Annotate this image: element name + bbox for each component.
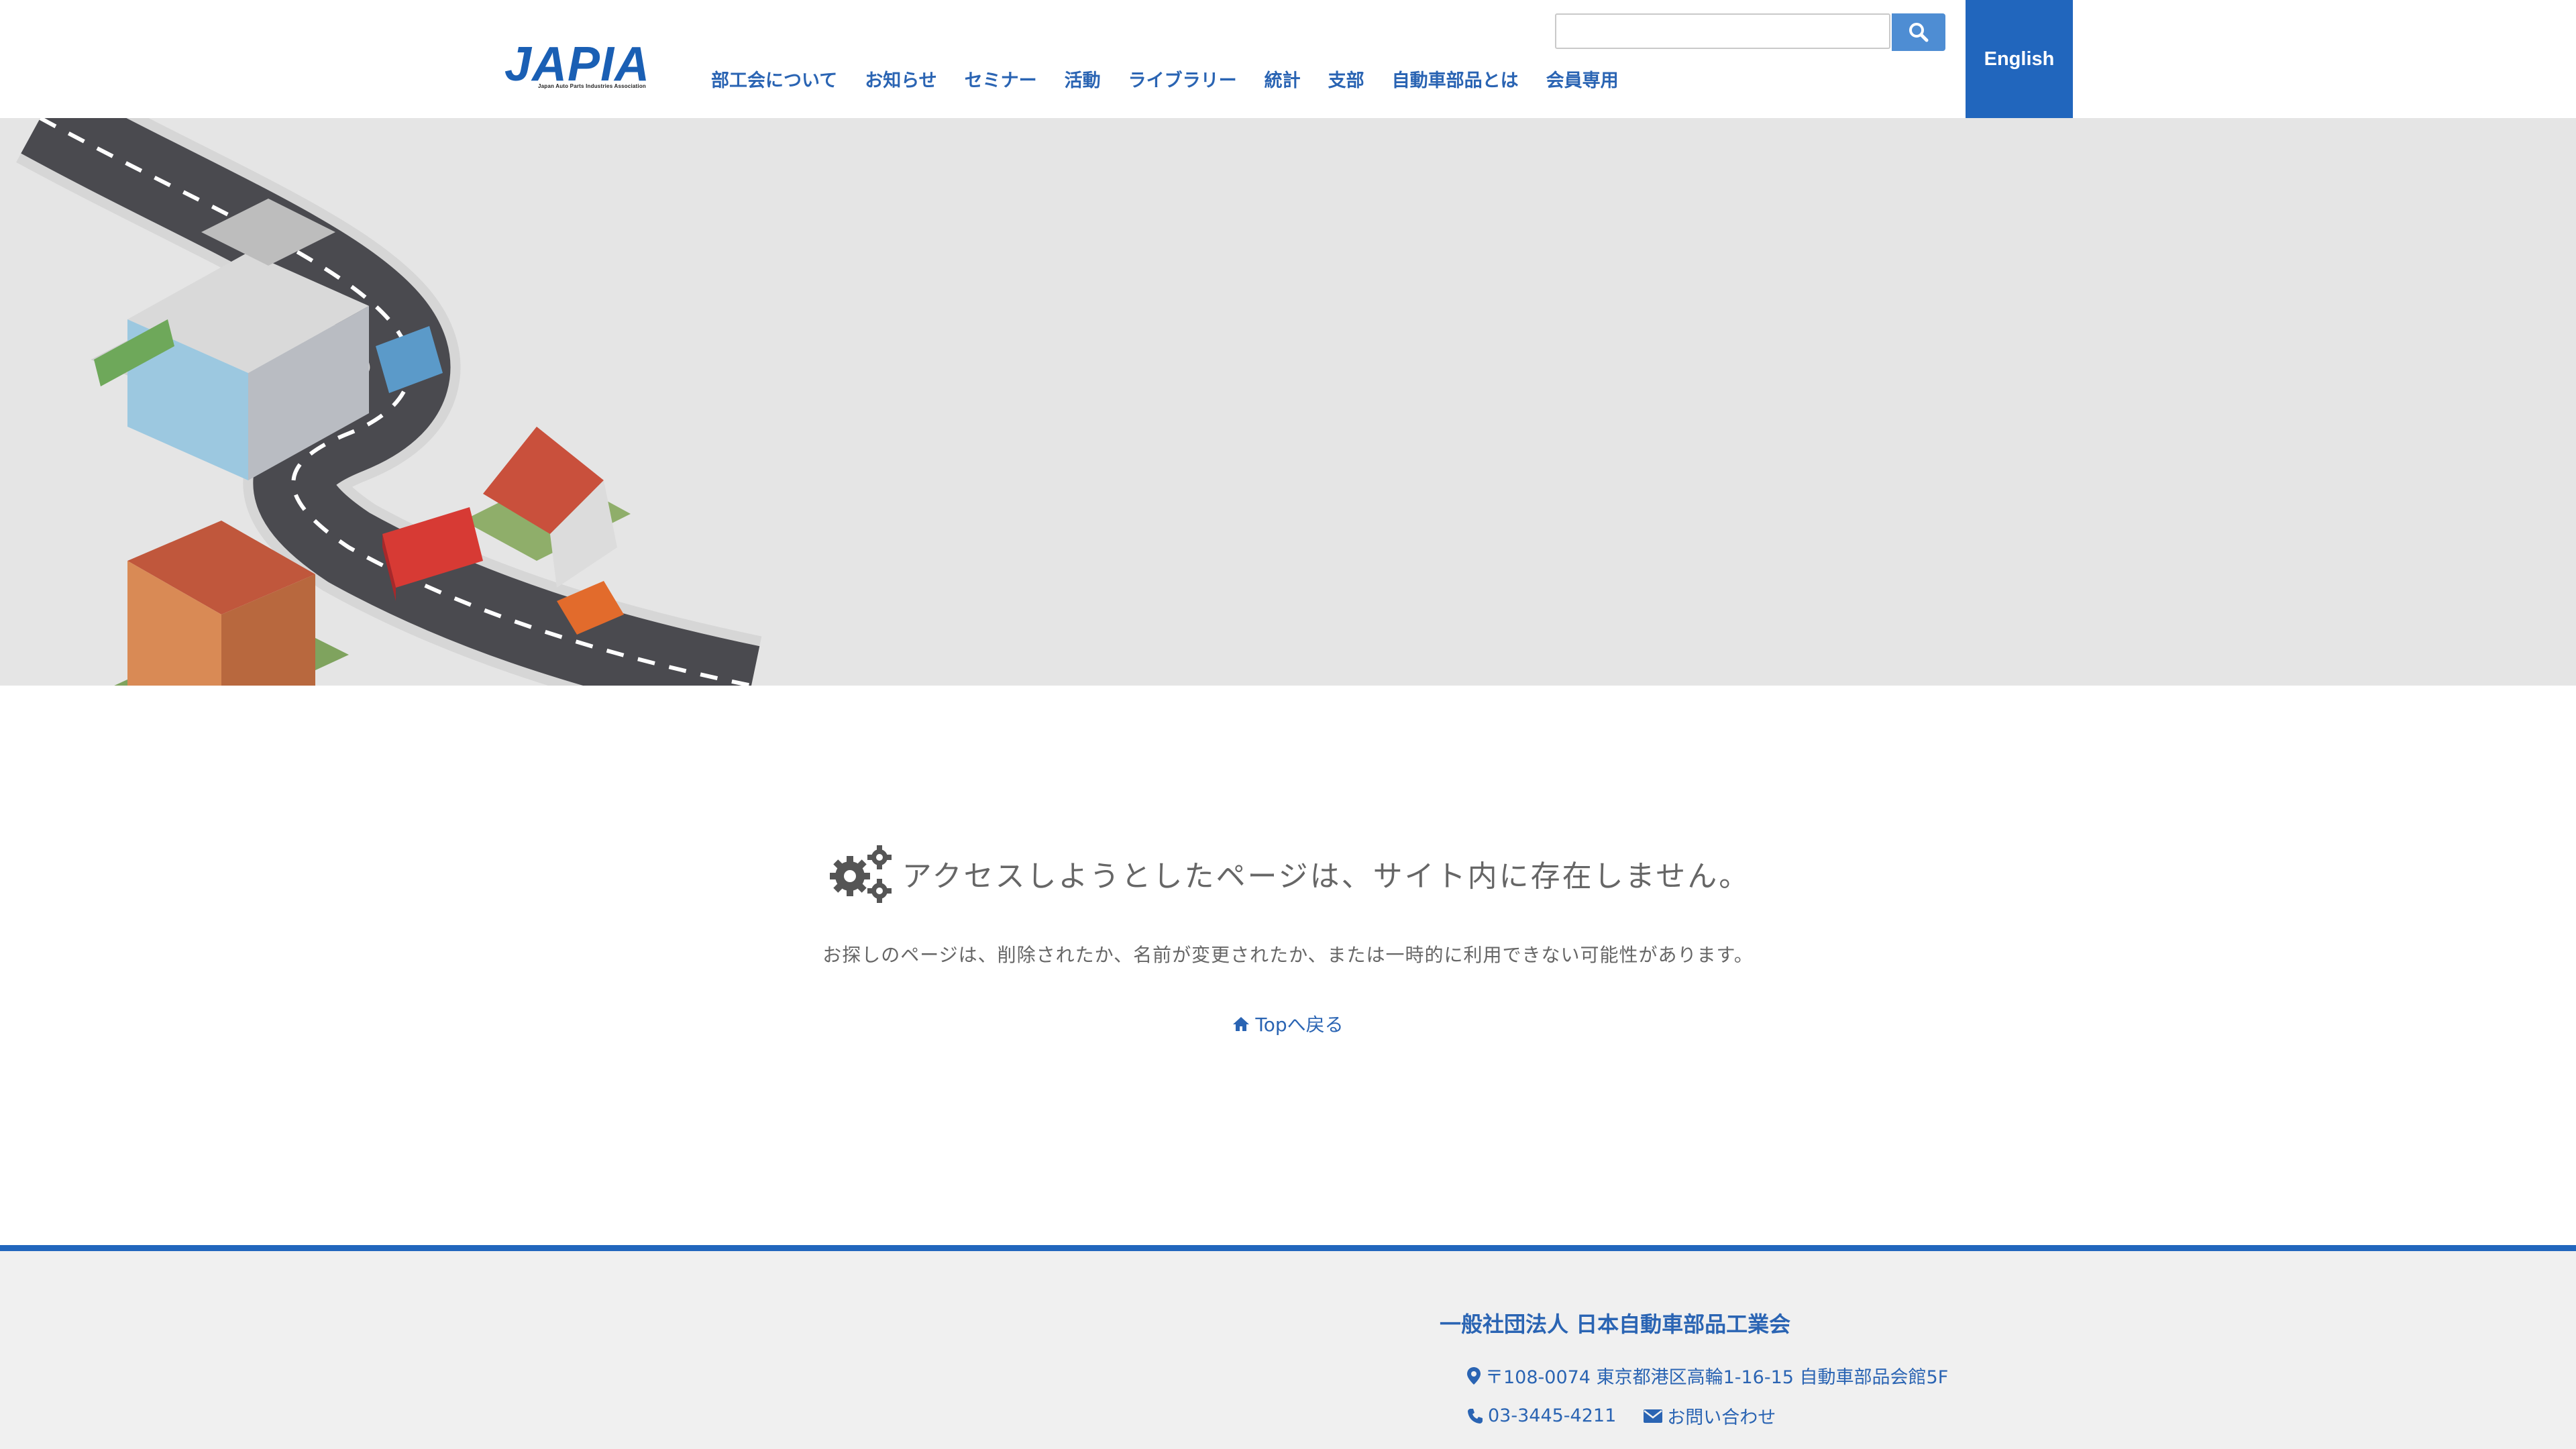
nav-library[interactable]: ライブラリー [1128, 66, 1237, 92]
nav-activities[interactable]: 活動 [1065, 66, 1101, 92]
nav-statistics[interactable]: 統計 [1265, 66, 1301, 92]
error-title: アクセスしようとしたページは、サイト内に存在しません。 [902, 859, 1751, 894]
english-language-button[interactable]: English [1966, 0, 2073, 118]
japia-logo-mark: JAPIA [504, 44, 650, 85]
site-header: JAPIA Japan Auto Parts Industries Associ… [0, 0, 2576, 118]
envelope-icon [1644, 1409, 1663, 1423]
nav-news[interactable]: お知らせ [865, 66, 936, 92]
phone-number[interactable]: 03-3445-4211 [1488, 1405, 1616, 1426]
contact-link-label: お問い合わせ [1667, 1407, 1776, 1428]
logo-subtitle: Japan Auto Parts Industries Association [538, 83, 647, 89]
svg-text:JAPIA: JAPIA [504, 44, 650, 85]
search-button[interactable] [1892, 13, 1945, 51]
phone-icon [1468, 1408, 1483, 1424]
footer-contact: 03-3445-4211 お問い合わせ [1466, 1403, 1776, 1429]
site-footer: 一般社団法人 日本自動車部品工業会 〒108-0074 東京都港区高輪1-16-… [0, 1245, 2576, 1449]
back-to-top-link[interactable]: Topへ戻る [0, 1010, 2576, 1037]
error-heading: アクセスしようとしたページは、サイト内に存在しません。 [0, 844, 2576, 903]
nav-branches[interactable]: 支部 [1328, 66, 1364, 92]
map-pin-icon [1467, 1366, 1481, 1385]
main-nav: 部工会について お知らせ セミナー 活動 ライブラリー 統計 支部 自動車部品と… [711, 66, 1619, 92]
home-icon [1233, 1017, 1250, 1031]
organization-name: 一般社団法人 日本自動車部品工業会 [1440, 1311, 1791, 1337]
footer-address: 〒108-0074 東京都港区高輪1-16-15 自動車部品会館5F [1466, 1362, 1948, 1389]
hero-banner [0, 118, 2576, 686]
nav-members-only[interactable]: 会員専用 [1546, 66, 1619, 92]
nav-seminar[interactable]: セミナー [965, 66, 1037, 92]
back-to-top-label: Topへ戻る [1255, 1014, 1344, 1036]
gears-icon [829, 845, 892, 903]
japia-logo[interactable]: JAPIA Japan Auto Parts Industries Associ… [503, 44, 665, 93]
search-icon [1909, 23, 1929, 42]
nav-about-auto-parts[interactable]: 自動車部品とは [1392, 66, 1519, 92]
address-text: 〒108-0074 東京都港区高輪1-16-15 自動車部品会館5F [1485, 1367, 1949, 1388]
error-description: お探しのページは、削除されたか、名前が変更されたか、または一時的に利用できない可… [822, 944, 1754, 966]
search-input[interactable] [1555, 13, 1890, 49]
contact-link[interactable]: お問い合わせ [1643, 1403, 1776, 1429]
nav-about[interactable]: 部工会について [711, 66, 837, 92]
city-illustration [16, 118, 762, 686]
